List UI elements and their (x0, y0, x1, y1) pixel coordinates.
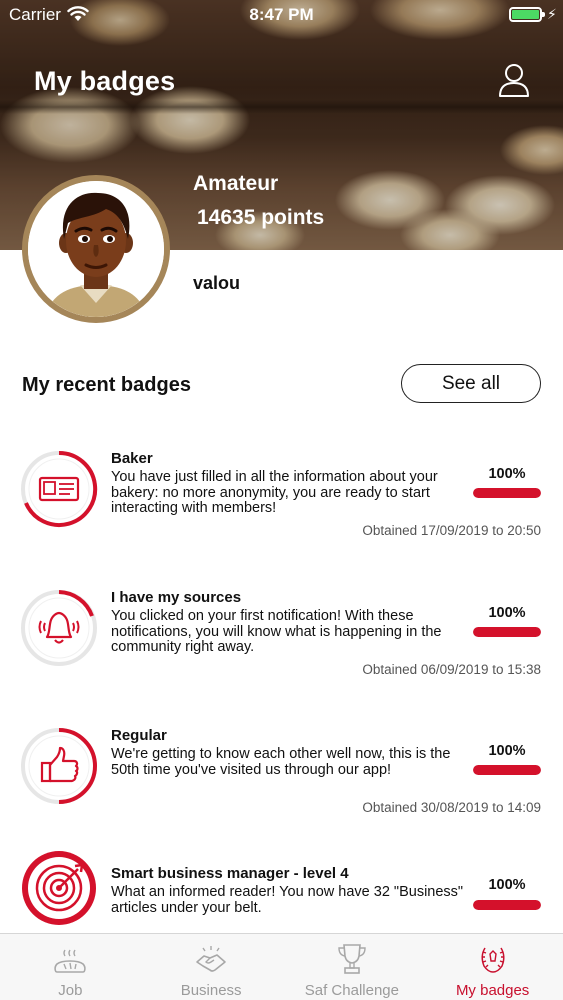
avatar[interactable] (22, 175, 170, 323)
tab-label: Job (58, 982, 83, 999)
handshake-icon (196, 946, 226, 972)
badge-name: Smart business manager - level 4 (111, 865, 349, 882)
target-icon (22, 851, 96, 925)
badge-description: We're getting to know each other well no… (111, 746, 451, 778)
badge-date: Obtained 30/08/2019 to 14:09 (362, 800, 541, 815)
badge-progress-bar (473, 627, 541, 637)
badge-progress-bar (473, 900, 541, 910)
page-title: My badges (34, 66, 176, 96)
thumbs-up-icon (21, 728, 98, 804)
user-level: Amateur (193, 172, 279, 195)
badge-progress-fill (473, 765, 541, 775)
badge-progress-bar (473, 488, 541, 498)
badge-name: I have my sources (111, 589, 242, 606)
trophy-icon (338, 944, 366, 974)
bread-icon (54, 949, 87, 973)
badge-description: You have just filled in all the informat… (111, 469, 438, 516)
tab-saf-challenge[interactable]: Saf Challenge (282, 934, 423, 1000)
section-title: My recent badges (22, 374, 191, 396)
badge-description: You clicked on your first notification! … (111, 608, 442, 655)
see-all-button[interactable]: See all (401, 364, 541, 403)
status-bar: Carrier 8:47 PM ⚡ (0, 0, 563, 30)
badge-date: Obtained 17/09/2019 to 20:50 (362, 523, 541, 538)
badge-progress-fill (473, 627, 541, 637)
badge-progress-fill (473, 900, 541, 910)
badge-progress-bar (473, 765, 541, 775)
badge-name: Baker (111, 450, 153, 467)
tab-label: Business (180, 982, 242, 999)
avatar-illustration (28, 181, 164, 317)
badge-date: Obtained 06/09/2019 to 15:38 (362, 662, 541, 677)
tab-my-badges[interactable]: My badges (422, 934, 563, 1000)
tab-label: My badges (455, 982, 530, 999)
user-points: 14635 points (197, 206, 325, 229)
badge-progress-fill (473, 488, 541, 498)
tab-label: Saf Challenge (304, 982, 399, 999)
bell-icon (21, 590, 97, 666)
badge-progress-label: 100% (488, 466, 526, 482)
badge-progress-label: 100% (488, 605, 526, 621)
laurel-badge-icon (481, 947, 505, 973)
battery-icon (509, 7, 545, 22)
user-icon[interactable] (497, 63, 531, 97)
clock: 8:47 PM (249, 5, 314, 24)
badge-description: What an informed reader! You now have 32… (111, 884, 464, 916)
tab-business[interactable]: Business (141, 934, 282, 1000)
tab-bar: Job Business Saf Challenge My badges (0, 933, 563, 1000)
tab-job[interactable]: Job (0, 934, 141, 1000)
badge-progress-label: 100% (488, 877, 526, 893)
charging-icon: ⚡ (547, 6, 557, 22)
badge-name: Regular (111, 727, 167, 744)
badge-progress-label: 100% (488, 743, 526, 759)
username: valou (193, 273, 241, 293)
id-card-icon (21, 450, 98, 527)
